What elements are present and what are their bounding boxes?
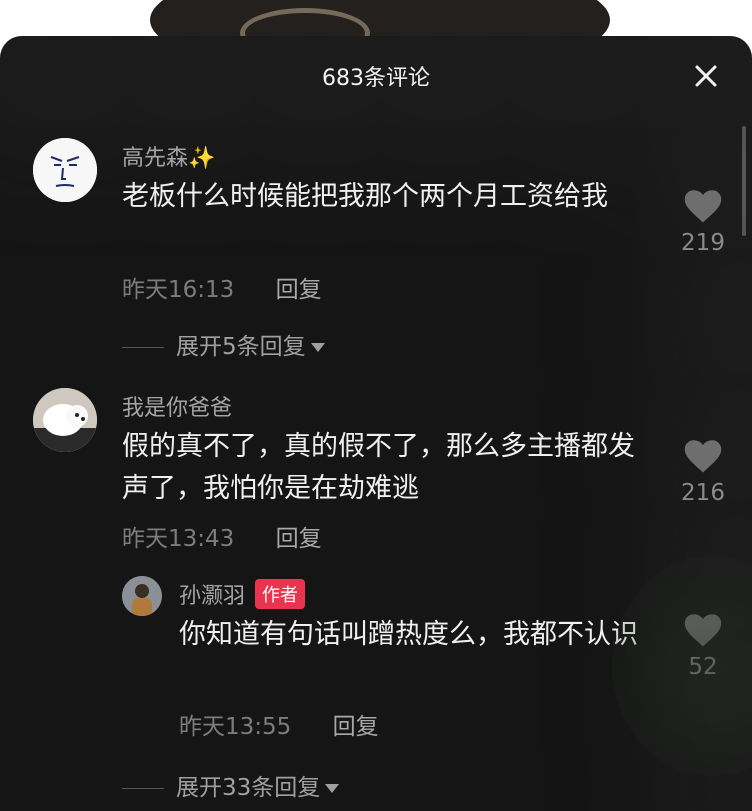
- divider: [122, 788, 164, 789]
- caret-down-icon: [325, 784, 340, 793]
- like-button[interactable]: 219: [673, 190, 733, 256]
- heart-icon: [684, 614, 722, 647]
- reply-button[interactable]: 回复: [276, 277, 322, 303]
- reply-meta: 昨天13:55 回复: [179, 707, 379, 741]
- reply-username[interactable]: 孙灏羽 作者: [179, 578, 306, 610]
- like-button[interactable]: 52: [673, 614, 733, 680]
- reply-timestamp: 昨天13:55: [179, 714, 292, 740]
- comment-timestamp: 昨天13:43: [122, 526, 235, 552]
- comment-text[interactable]: 老板什么时候能把我那个两个月工资给我: [122, 176, 652, 218]
- comment-username[interactable]: 高先森✨: [122, 140, 215, 172]
- divider: [122, 347, 164, 348]
- avatar[interactable]: [33, 138, 97, 202]
- avatar[interactable]: [122, 576, 162, 616]
- reply-button[interactable]: 回复: [333, 714, 379, 740]
- heart-icon: [684, 190, 722, 223]
- comment-sheet: 683条评论 高先森✨ 老板什么时候能把我那个两个月工资给我 昨天16:13 回…: [0, 36, 752, 811]
- like-count: 216: [681, 480, 725, 506]
- like-button[interactable]: 216: [673, 440, 733, 506]
- comment-sheet-header: 683条评论: [0, 36, 752, 116]
- avatar[interactable]: [33, 388, 97, 452]
- expand-replies-button[interactable]: 展开33条回复: [122, 768, 340, 802]
- like-count: 219: [681, 230, 725, 256]
- heart-icon: [684, 440, 722, 473]
- expand-replies-label: 展开33条回复: [176, 775, 321, 801]
- scrollbar[interactable]: [742, 126, 746, 236]
- comment-text[interactable]: 假的真不了，真的假不了，那么多主播都发声了，我怕你是在劫难逃: [122, 426, 652, 510]
- reply-button[interactable]: 回复: [276, 526, 322, 552]
- comment-meta: 昨天16:13 回复: [122, 270, 322, 304]
- comment-meta: 昨天13:43 回复: [122, 519, 322, 553]
- comment-timestamp: 昨天16:13: [122, 277, 235, 303]
- comment-username[interactable]: 我是你爸爸: [122, 390, 232, 422]
- expand-replies-button[interactable]: 展开5条回复: [122, 327, 325, 361]
- caret-down-icon: [310, 343, 325, 352]
- like-count: 52: [688, 654, 718, 680]
- expand-replies-label: 展开5条回复: [176, 334, 306, 360]
- reply-username-text: 孙灏羽: [179, 584, 246, 609]
- comment-count-title: 683条评论: [322, 66, 430, 91]
- author-badge: 作者: [255, 579, 306, 609]
- close-icon[interactable]: [694, 64, 718, 88]
- reply-text[interactable]: 你知道有句话叫蹭热度么，我都不认识: [179, 614, 649, 656]
